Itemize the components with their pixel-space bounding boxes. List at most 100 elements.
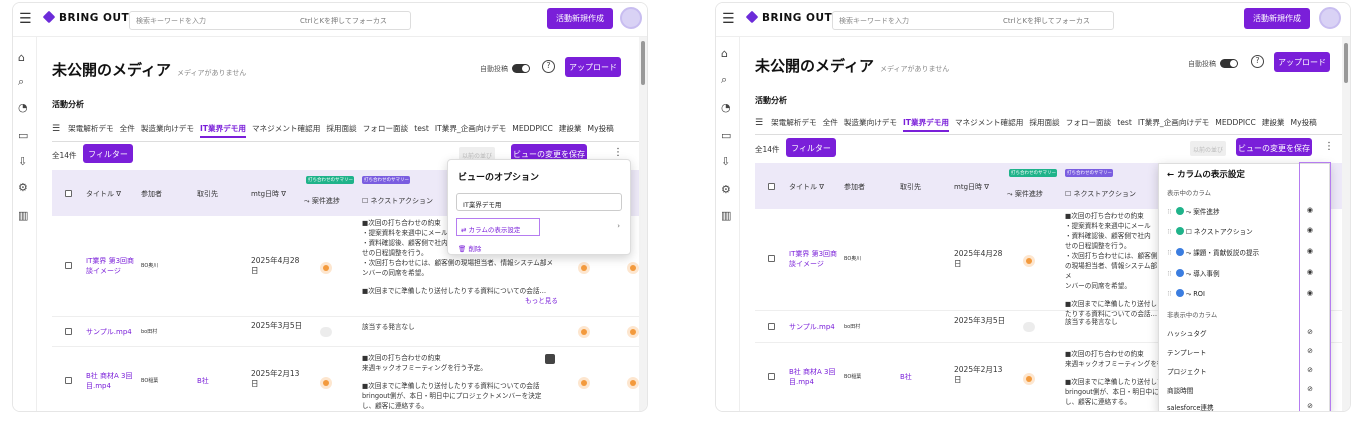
tab-5[interactable]: 採用面談 bbox=[1029, 118, 1059, 127]
building-icon[interactable]: ▥ bbox=[721, 209, 731, 222]
delete-view-option[interactable]: 🗑 削除 bbox=[458, 243, 481, 253]
col-client[interactable]: 取引先 bbox=[197, 189, 218, 199]
tab-10[interactable]: 建設業 bbox=[1262, 118, 1285, 127]
avatar[interactable] bbox=[1319, 7, 1341, 29]
row-client-link[interactable]: B社 bbox=[197, 376, 209, 386]
tab-9[interactable]: MEDDPICC bbox=[512, 124, 552, 133]
tab-8[interactable]: IT業界_企画向けデモ bbox=[435, 124, 506, 133]
col-participants[interactable]: 参加者 bbox=[844, 182, 865, 192]
select-all-checkbox[interactable] bbox=[768, 183, 775, 190]
col-client[interactable]: 取引先 bbox=[900, 182, 921, 192]
create-activity-button[interactable]: 活動新規作成 bbox=[1244, 8, 1310, 29]
scrollbar[interactable] bbox=[639, 37, 647, 411]
tab-5[interactable]: 採用面談 bbox=[326, 124, 356, 133]
home-icon[interactable]: ⌂ bbox=[721, 47, 728, 60]
tab-3-active[interactable]: IT業界デモ用 bbox=[199, 124, 246, 138]
col-title[interactable]: タイトル ∇ bbox=[86, 189, 121, 199]
tab-11[interactable]: My投稿 bbox=[1291, 118, 1317, 127]
row-title-link[interactable]: サンプル.mp4 bbox=[789, 322, 835, 332]
copy-icon[interactable] bbox=[545, 354, 555, 364]
avatar[interactable] bbox=[620, 7, 642, 29]
download-icon[interactable]: ⇩ bbox=[18, 155, 27, 168]
view-name-input[interactable]: IT業界デモ用 bbox=[456, 193, 622, 211]
upload-button[interactable]: アップロード bbox=[1274, 52, 1330, 72]
drag-handle-icon[interactable]: ⠿ bbox=[1167, 270, 1172, 278]
scrollbar-thumb[interactable] bbox=[641, 41, 645, 85]
tab-9[interactable]: MEDDPICC bbox=[1215, 118, 1255, 127]
col-participants[interactable]: 参加者 bbox=[141, 189, 162, 199]
row-checkbox[interactable] bbox=[768, 255, 775, 262]
settings-icon[interactable]: ⚙ bbox=[18, 181, 28, 194]
see-more-link[interactable]: もっと見る bbox=[362, 296, 558, 306]
create-activity-button[interactable]: 活動新規作成 bbox=[547, 8, 613, 29]
building-icon[interactable]: ▥ bbox=[18, 209, 28, 222]
filter-button[interactable]: フィルター bbox=[786, 138, 836, 157]
toggle-switch[interactable] bbox=[512, 64, 530, 73]
app-logo[interactable]: BRING OUT bbox=[42, 10, 129, 24]
row-title-link[interactable]: B社 商材A 3回目.mp4 bbox=[86, 371, 138, 391]
row-title-link[interactable]: IT業界 第3回商談イメージ bbox=[789, 249, 841, 269]
tab-0[interactable]: 架電解析デモ bbox=[68, 124, 114, 133]
auto-post-toggle[interactable]: 自動投稿 bbox=[480, 64, 530, 74]
upload-button[interactable]: アップロード bbox=[565, 57, 621, 77]
search-icon[interactable]: ⌕ bbox=[18, 75, 24, 89]
tab-8[interactable]: IT業界_企画向けデモ bbox=[1138, 118, 1209, 127]
tab-4[interactable]: マネジメント確認用 bbox=[252, 124, 320, 133]
restore-view-button[interactable]: 以前の並び bbox=[1190, 141, 1226, 156]
auto-post-toggle[interactable]: 自動投稿 bbox=[1188, 59, 1238, 69]
help-icon[interactable]: ? bbox=[542, 60, 555, 73]
col-mtg-date[interactable]: mtg日時 ∇ bbox=[954, 182, 989, 192]
tabs-menu-icon[interactable]: ☰ bbox=[52, 124, 60, 134]
filter-button[interactable]: フィルター bbox=[83, 144, 133, 163]
col-deal-progress[interactable]: ⤳ 案件進捗 bbox=[1007, 189, 1043, 199]
tab-3-active[interactable]: IT業界デモ用 bbox=[902, 118, 949, 132]
tab-0[interactable]: 架電解析デモ bbox=[771, 118, 817, 127]
tab-6[interactable]: フォロー面談 bbox=[1066, 118, 1112, 127]
row-checkbox[interactable] bbox=[65, 328, 72, 335]
tabs-menu-icon[interactable]: ☰ bbox=[755, 118, 763, 128]
home-icon[interactable]: ⌂ bbox=[18, 51, 25, 64]
tab-11[interactable]: My投稿 bbox=[588, 124, 614, 133]
col-next-action[interactable]: ☐ ネクストアクション bbox=[362, 196, 433, 206]
row-checkbox[interactable] bbox=[768, 323, 775, 330]
drag-handle-icon[interactable]: ⠿ bbox=[1167, 290, 1172, 298]
view-kebab-icon[interactable]: ⋮ bbox=[613, 147, 623, 158]
col-deal-progress[interactable]: ⤳ 案件進捗 bbox=[304, 196, 340, 206]
tab-6[interactable]: フォロー面談 bbox=[363, 124, 409, 133]
drag-handle-icon[interactable]: ⠿ bbox=[1167, 249, 1172, 257]
scrollbar-thumb[interactable] bbox=[1344, 43, 1348, 83]
row-checkbox[interactable] bbox=[65, 262, 72, 269]
row-title-link[interactable]: サンプル.mp4 bbox=[86, 327, 132, 337]
col-mtg-date[interactable]: mtg日時 ∇ bbox=[251, 189, 286, 199]
tab-2[interactable]: 製造業向けデモ bbox=[141, 124, 194, 133]
column-settings-option[interactable]: ⇄ カラムの表示設定 bbox=[456, 218, 540, 236]
column-settings-back[interactable]: ← カラムの表示設定 bbox=[1167, 168, 1245, 180]
row-checkbox[interactable] bbox=[768, 373, 775, 380]
col-next-action[interactable]: ☐ ネクストアクション bbox=[1065, 189, 1136, 199]
search-input[interactable]: 検索キーワードを入力 CtrlとKを押してフォーカス bbox=[129, 11, 411, 30]
tab-7[interactable]: test bbox=[414, 124, 429, 133]
help-icon[interactable]: ? bbox=[1251, 55, 1264, 68]
col-title[interactable]: タイトル ∇ bbox=[789, 182, 824, 192]
select-all-checkbox[interactable] bbox=[65, 190, 72, 197]
download-icon[interactable]: ⇩ bbox=[721, 155, 730, 168]
row-title-link[interactable]: B社 商材A 3回目.mp4 bbox=[789, 367, 841, 387]
table-row[interactable]: サンプル.mp4 bo田村 2025年3月5日 該当する発言なし bbox=[52, 317, 639, 347]
row-checkbox[interactable] bbox=[65, 377, 72, 384]
table-row[interactable]: B社 商材A 3回目.mp4 BO稲葉 B社 2025年2月13日 ■次回の打ち… bbox=[52, 347, 639, 411]
tab-1[interactable]: 全件 bbox=[823, 118, 838, 127]
tab-2[interactable]: 製造業向けデモ bbox=[844, 118, 897, 127]
search-icon[interactable]: ⌕ bbox=[721, 73, 727, 87]
settings-icon[interactable]: ⚙ bbox=[721, 183, 731, 196]
dashboard-icon[interactable]: ◔ bbox=[18, 101, 28, 114]
scrollbar[interactable] bbox=[1342, 37, 1350, 411]
save-view-button[interactable]: ビューの変更を保存 bbox=[1236, 138, 1312, 156]
video-icon[interactable]: ▭ bbox=[18, 129, 28, 142]
video-icon[interactable]: ▭ bbox=[721, 129, 731, 142]
tab-7[interactable]: test bbox=[1117, 118, 1132, 127]
drag-handle-icon[interactable]: ⠿ bbox=[1167, 228, 1172, 236]
dashboard-icon[interactable]: ◔ bbox=[721, 101, 731, 114]
hamburger-menu-icon[interactable]: ☰ bbox=[722, 11, 735, 27]
drag-handle-icon[interactable]: ⠿ bbox=[1167, 208, 1172, 216]
view-kebab-icon[interactable]: ⋮ bbox=[1324, 141, 1334, 152]
